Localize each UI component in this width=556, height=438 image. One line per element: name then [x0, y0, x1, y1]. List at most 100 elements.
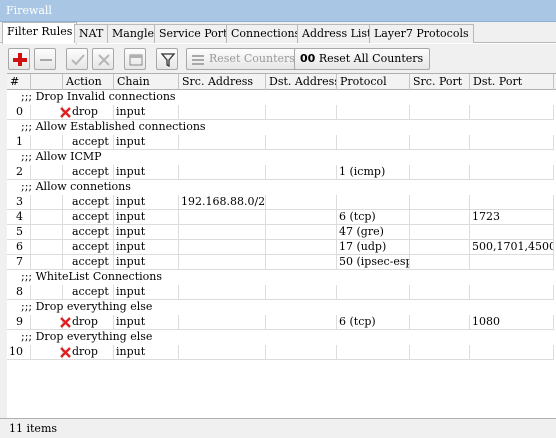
- col-header-num[interactable]: #: [7, 74, 31, 90]
- cell-src: [179, 285, 266, 300]
- accept-check-icon: [60, 242, 71, 253]
- table-row[interactable]: 8 accept input: [7, 285, 556, 300]
- reset-all-counters-button[interactable]: 00 Reset All Counters: [294, 48, 431, 70]
- table-row[interactable]: 7 accept input 50 (ipsec-esp): [7, 255, 556, 270]
- table-row[interactable]: 5 accept input 47 (gre): [7, 225, 556, 240]
- comment-row[interactable]: ;;; WhiteList Connections: [7, 270, 556, 285]
- table-row[interactable]: 2 accept input 1 (icmp): [7, 165, 556, 180]
- comment-row[interactable]: ;;; Allow Established connections: [7, 120, 556, 135]
- cell-num: 5: [7, 225, 31, 240]
- rule-comment: ;;; Allow connetions: [21, 180, 131, 193]
- cell-action: drop: [60, 315, 114, 330]
- cell-dst: [266, 165, 337, 180]
- col-header-action[interactable]: Action: [63, 74, 114, 90]
- cell-dport: [470, 135, 554, 150]
- col-header-blank[interactable]: [31, 74, 63, 90]
- cell-dport: [470, 285, 554, 300]
- cell-num: 3: [7, 195, 31, 210]
- comment-row[interactable]: ;;; Allow ICMP: [7, 150, 556, 165]
- filter-button[interactable]: [156, 48, 178, 70]
- drop-x-icon: [60, 107, 71, 118]
- action-label: drop: [72, 315, 98, 328]
- enable-button[interactable]: [66, 48, 88, 70]
- col-header-dst-address[interactable]: Dst. Address: [266, 74, 337, 90]
- cell-dst: [266, 285, 337, 300]
- reset-counters-button[interactable]: Reset Counters: [186, 48, 302, 70]
- cell-sport: [410, 285, 470, 300]
- comment-row[interactable]: ;;; Drop everything else: [7, 300, 556, 315]
- action-label: accept: [72, 195, 109, 208]
- cell-flags: [31, 210, 63, 225]
- cell-dport: [470, 225, 554, 240]
- table-header: # Action Chain Src. Address Dst. Address…: [7, 74, 556, 90]
- cell-chain: input: [114, 345, 179, 360]
- window-titlebar[interactable]: Firewall: [0, 0, 556, 22]
- table-row[interactable]: 4 accept input 6 (tcp) 1723: [7, 210, 556, 225]
- cell-src: [179, 240, 266, 255]
- cell-dport: 500,1701,4500: [470, 240, 554, 255]
- cell-num: 7: [7, 255, 31, 270]
- table-row[interactable]: 9 drop input 6 (tcp) 1080: [7, 315, 556, 330]
- cell-dst: [266, 210, 337, 225]
- tab-bar: Filter Rules NAT Mangle Service Ports Co…: [0, 22, 556, 44]
- cell-dport: [470, 105, 554, 120]
- cell-dport: [470, 255, 554, 270]
- remove-button[interactable]: [34, 48, 56, 70]
- cell-sport: [410, 105, 470, 120]
- cell-chain: input: [114, 195, 179, 210]
- note-icon: [129, 54, 143, 66]
- cell-flags: [31, 165, 63, 180]
- tab-nat[interactable]: NAT: [74, 24, 109, 43]
- cell-chain: input: [114, 210, 179, 225]
- col-header-dst-port[interactable]: Dst. Port: [470, 74, 554, 90]
- table-row[interactable]: 0 drop input: [7, 105, 556, 120]
- cell-num: 1: [7, 135, 31, 150]
- cell-action: accept: [63, 240, 114, 255]
- cell-sport: [410, 345, 470, 360]
- left-strip: [0, 73, 7, 418]
- drop-x-icon: [60, 317, 71, 328]
- disable-button[interactable]: [92, 48, 114, 70]
- action-label: accept: [72, 135, 109, 148]
- add-button[interactable]: [8, 48, 30, 70]
- x-icon: [98, 54, 110, 66]
- cell-action: accept: [63, 135, 114, 150]
- cell-sport: [410, 135, 470, 150]
- col-header-chain[interactable]: Chain: [114, 74, 179, 90]
- tab-mangle[interactable]: Mangle: [107, 24, 159, 43]
- comment-row[interactable]: ;;; Drop everything else: [7, 330, 556, 345]
- table-row[interactable]: 6 accept input 17 (udp) 500,1701,4500: [7, 240, 556, 255]
- cell-dport: [470, 345, 554, 360]
- cell-num: 9: [7, 315, 31, 330]
- accept-check-icon: [60, 137, 71, 148]
- cell-dst: [266, 240, 337, 255]
- cell-proto: [337, 135, 410, 150]
- action-label: drop: [72, 345, 98, 358]
- cell-flags: [31, 345, 63, 360]
- col-header-src-address[interactable]: Src. Address: [179, 74, 266, 90]
- cell-action: accept: [63, 210, 114, 225]
- cell-action: accept: [63, 195, 114, 210]
- drop-x-icon: [60, 347, 71, 358]
- col-header-src-port[interactable]: Src. Port: [410, 74, 470, 90]
- table-row[interactable]: 1 accept input: [7, 135, 556, 150]
- tab-layer7-protocols[interactable]: Layer7 Protocols: [369, 24, 474, 43]
- col-header-protocol[interactable]: Protocol: [337, 74, 410, 90]
- table-row[interactable]: 3 accept input 192.168.88.0/24: [7, 195, 556, 210]
- reset-all-counters-label: Reset All Counters: [318, 52, 424, 65]
- cell-dst: [266, 255, 337, 270]
- tab-connections[interactable]: Connections: [226, 24, 306, 43]
- comment-button[interactable]: [124, 48, 146, 70]
- cell-proto: [337, 285, 410, 300]
- cell-sport: [410, 195, 470, 210]
- window-title: Firewall: [6, 4, 52, 17]
- status-bar: 11 items: [0, 418, 556, 438]
- cell-proto: 17 (udp): [337, 240, 410, 255]
- rules-table: # Action Chain Src. Address Dst. Address…: [7, 73, 556, 418]
- comment-row[interactable]: ;;; Drop Invalid connections: [7, 90, 556, 105]
- table-row[interactable]: 10 drop input: [7, 345, 556, 360]
- funnel-icon: [160, 53, 176, 68]
- tab-filter-rules[interactable]: Filter Rules: [2, 22, 78, 44]
- comment-row[interactable]: ;;; Allow connetions: [7, 180, 556, 195]
- cell-chain: input: [114, 240, 179, 255]
